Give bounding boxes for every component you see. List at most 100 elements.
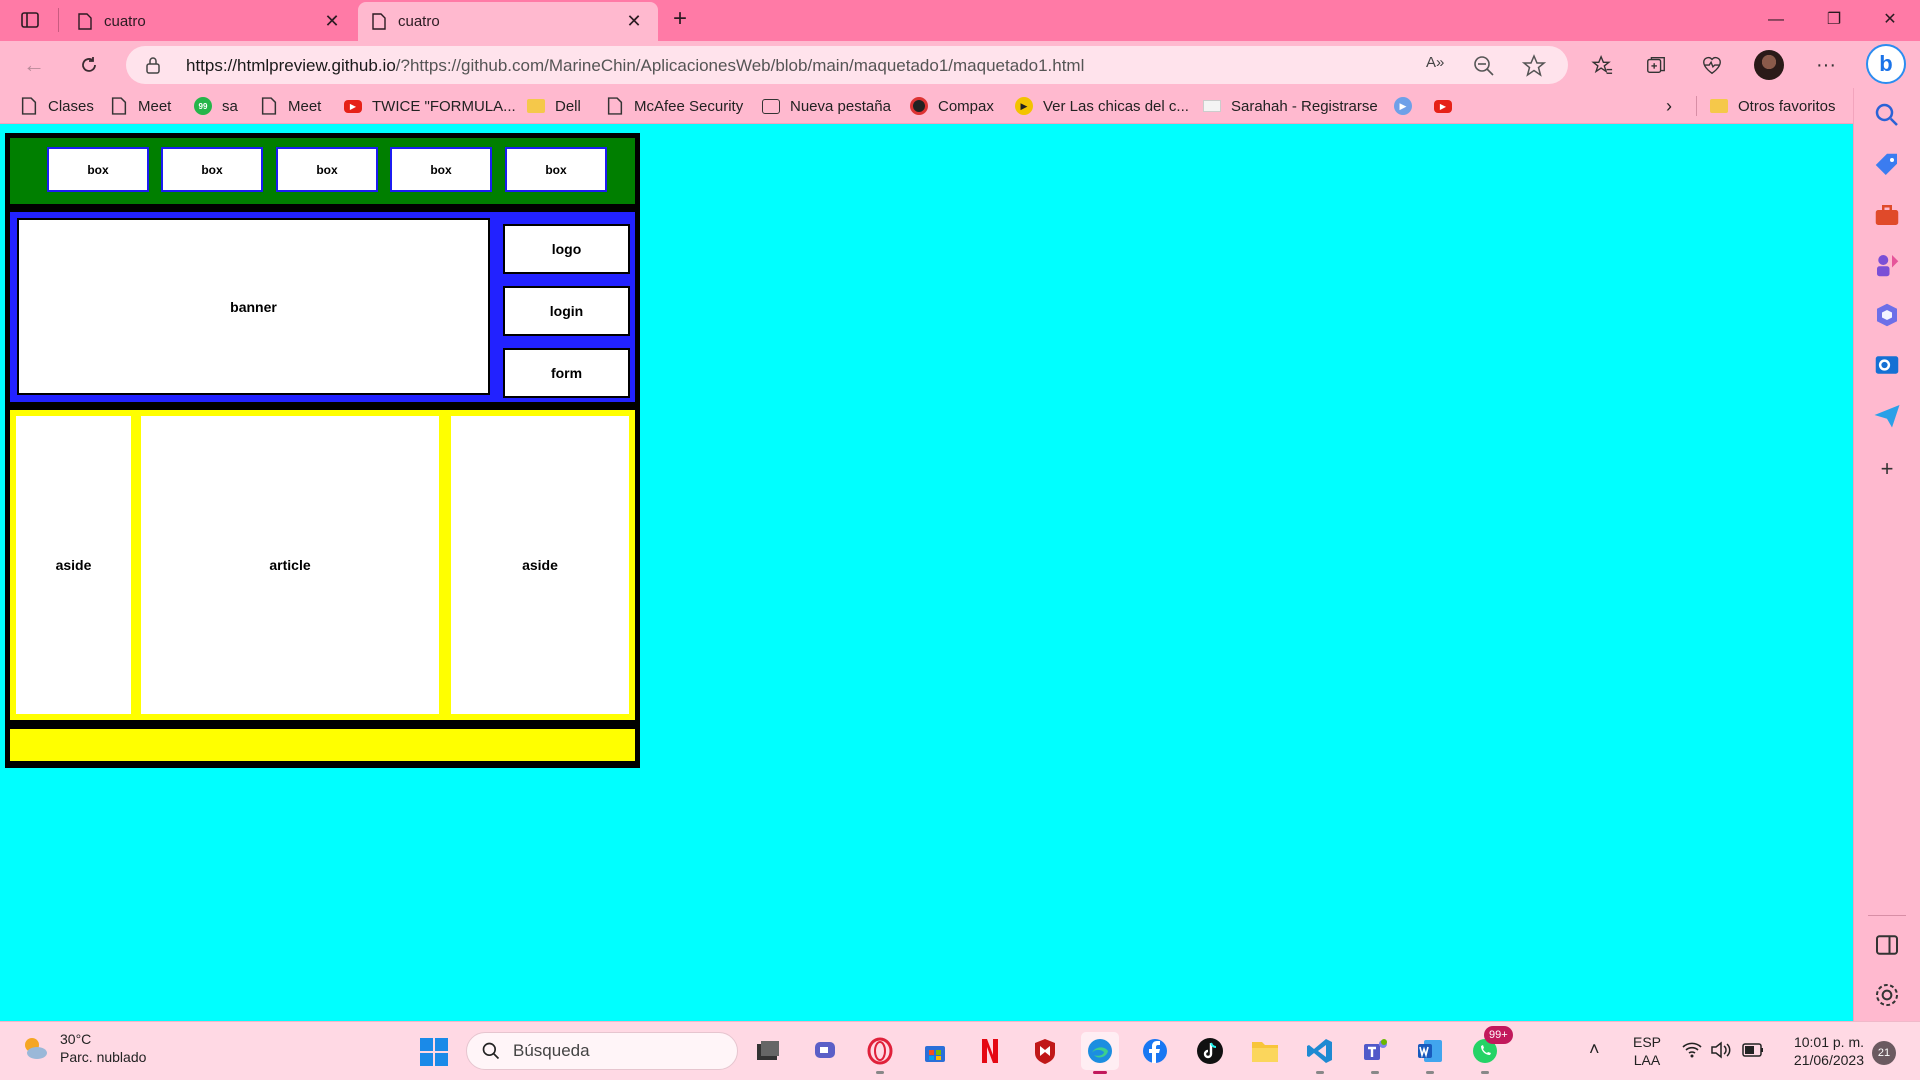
refresh-button[interactable]	[73, 49, 105, 81]
netflix-icon	[982, 1039, 998, 1063]
tab-2-title: cuatro	[398, 13, 440, 30]
url-bar[interactable]: https://htmlpreview.github.io/?https://g…	[126, 46, 1568, 84]
edge-app[interactable]	[1081, 1032, 1119, 1074]
running-indicator	[1481, 1071, 1489, 1074]
bookmark-item[interactable]: Meet	[260, 94, 321, 118]
outlook-icon[interactable]	[1872, 350, 1902, 380]
search-placeholder: Búsqueda	[513, 1041, 590, 1060]
shopping-tag-icon[interactable]	[1872, 150, 1902, 180]
close-tab-icon[interactable]: ✕	[322, 11, 342, 32]
bookmark-item[interactable]: Nueva pestaña	[762, 94, 891, 118]
add-sidebar-icon[interactable]: +	[1872, 454, 1902, 484]
bookmark-label: Compax	[938, 97, 994, 115]
close-tab-icon[interactable]: ✕	[624, 11, 644, 32]
bookmark-item[interactable]: ▶ TWICE "FORMULA...	[344, 94, 516, 118]
tab-actions-button[interactable]	[8, 6, 52, 34]
url-text[interactable]: https://htmlpreview.github.io/?https://g…	[186, 56, 1084, 76]
mcafee-icon	[1035, 1039, 1055, 1064]
tab-actions-icon	[21, 12, 39, 28]
bookmark-item[interactable]: ▶	[1394, 94, 1422, 118]
header-section: box box box box box	[10, 138, 635, 204]
netflix-app[interactable]	[971, 1032, 1009, 1070]
favorites-button[interactable]	[1586, 49, 1618, 81]
collections-button[interactable]	[1640, 49, 1672, 81]
restore-button[interactable]: ❐	[1814, 6, 1854, 34]
tiktok-app[interactable]	[1191, 1032, 1229, 1070]
clock[interactable]: 10:01 p. m. 21/06/2023	[1780, 1033, 1864, 1069]
browser-essentials-button[interactable]	[1696, 49, 1728, 81]
teams-chat-app[interactable]	[806, 1032, 844, 1070]
battery-icon[interactable]	[1742, 1043, 1764, 1057]
back-button[interactable]: ←	[18, 49, 50, 81]
file-explorer-app[interactable]	[1246, 1032, 1284, 1070]
windows-start-icon[interactable]	[418, 1036, 450, 1068]
url-host: https://htmlpreview.github.io	[186, 56, 396, 75]
tab-1[interactable]: cuatro ✕	[64, 2, 356, 41]
bookmark-item[interactable]: Clases	[20, 94, 94, 118]
bookmark-label: McAfee Security	[634, 97, 744, 115]
bookmark-divider	[1696, 96, 1697, 116]
task-view-app[interactable]	[749, 1032, 787, 1070]
other-favorites-folder[interactable]: Otros favoritos	[1710, 94, 1836, 118]
language-indicator[interactable]: ESP LAA	[1632, 1033, 1662, 1069]
bookmark-item[interactable]: McAfee Security	[606, 94, 743, 118]
gear-icon[interactable]	[1872, 980, 1902, 1010]
wifi-icon[interactable]	[1682, 1041, 1702, 1059]
bookmark-item[interactable]: Meet	[110, 94, 171, 118]
header-box: box	[47, 147, 149, 192]
opera-app[interactable]	[861, 1032, 899, 1074]
tab-2-active[interactable]: cuatro ✕	[358, 2, 658, 41]
header-box: box	[276, 147, 378, 192]
hide-sidebar-icon[interactable]	[1872, 930, 1902, 960]
notification-badge[interactable]: 21	[1872, 1041, 1896, 1065]
minimize-button[interactable]: —	[1756, 6, 1796, 34]
partly-cloudy-icon	[25, 1038, 47, 1059]
aside-right: aside	[451, 416, 629, 714]
word-icon	[1418, 1040, 1442, 1062]
banner-box: banner	[17, 218, 490, 395]
read-aloud-icon[interactable]: A»	[1426, 54, 1450, 78]
bookmark-item[interactable]: Sarahah - Registrarse	[1203, 94, 1378, 118]
bookmark-label: Meet	[138, 97, 172, 115]
lock-icon	[146, 57, 160, 74]
teams-app[interactable]	[1356, 1032, 1394, 1074]
send-icon[interactable]	[1872, 400, 1902, 430]
page-icon	[261, 97, 277, 115]
taskbar-search[interactable]: Búsqueda	[466, 1032, 738, 1070]
search-icon[interactable]	[1872, 100, 1902, 130]
bookmark-item[interactable]: Dell	[527, 94, 581, 118]
bing-copilot-icon[interactable]: b	[1866, 44, 1906, 84]
word-app[interactable]	[1411, 1032, 1449, 1074]
play-icon: ▶	[1015, 97, 1033, 115]
weather-widget[interactable]: 30°C Parc. nublado	[20, 1030, 146, 1066]
footer-section	[10, 729, 635, 761]
close-window-button[interactable]: ✕	[1870, 6, 1910, 34]
vscode-app[interactable]	[1301, 1032, 1339, 1074]
bookmark-item[interactable]: ▶ Ver Las chicas del c...	[1015, 94, 1189, 118]
page-icon	[111, 97, 127, 115]
settings-more-button[interactable]: ···	[1810, 49, 1842, 81]
top-section: banner logo login form	[10, 212, 635, 402]
office-icon[interactable]	[1872, 300, 1902, 330]
zoom-out-icon[interactable]	[1472, 54, 1496, 78]
bookmark-item[interactable]: 99 sa	[194, 94, 238, 118]
volume-icon[interactable]	[1710, 1041, 1732, 1059]
tools-icon[interactable]	[1872, 200, 1902, 230]
store-app[interactable]	[916, 1032, 954, 1070]
whatsapp-app[interactable]: 99+	[1466, 1026, 1513, 1074]
games-icon[interactable]	[1872, 250, 1902, 280]
store-icon	[925, 1046, 945, 1062]
favorite-star-icon[interactable]	[1522, 54, 1546, 78]
weather-temp: 30°C	[60, 1031, 92, 1047]
chevron-up-icon[interactable]: ˄	[1589, 1040, 1600, 1058]
new-tab-button[interactable]: +	[666, 6, 694, 34]
running-indicator	[1093, 1071, 1107, 1074]
mcafee-app[interactable]	[1026, 1032, 1064, 1070]
middle-section: aside article aside	[10, 410, 635, 720]
bookmark-item[interactable]: Compax	[910, 94, 994, 118]
chevron-right-icon[interactable]: ›	[1666, 94, 1672, 118]
bookmark-item[interactable]: ▶	[1434, 94, 1462, 118]
facebook-app[interactable]	[1136, 1032, 1174, 1070]
profile-button[interactable]	[1753, 49, 1785, 81]
bookmarks-bar: Clases Meet 99 sa Meet ▶ TWICE "FORMULA.…	[0, 88, 1853, 124]
